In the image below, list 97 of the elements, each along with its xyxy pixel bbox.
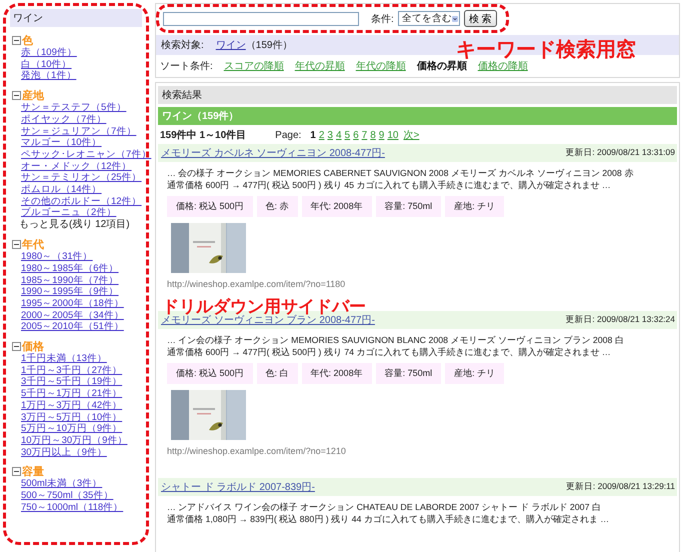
facet-link[interactable]: 1千円～3千円（27件） xyxy=(21,364,122,376)
facet-heading: 容量 xyxy=(22,464,44,479)
facet-heading: 産地 xyxy=(22,88,44,103)
facet-link[interactable]: ポイヤック（7件） xyxy=(21,114,106,126)
description-line: … 会の様子 オークション MEMORIES CABERNET SAUVIGNON 2008 メモリーズ カベルネ ソーヴィニヨン 2008 赤 xyxy=(167,168,634,180)
sort-option[interactable]: 年代の降順 xyxy=(356,59,406,73)
sort-option[interactable]: 価格の降順 xyxy=(478,59,528,73)
results-header: 検索結果 xyxy=(158,86,677,104)
collapse-icon[interactable] xyxy=(12,90,21,100)
facet-link[interactable]: サン＝テミリオン（25件） xyxy=(21,172,142,184)
collapse-icon[interactable] xyxy=(12,240,21,249)
facet-link[interactable]: 10万円～30万円（9件） xyxy=(21,434,128,447)
attribute-tag: 色: 赤 xyxy=(256,196,298,217)
page-link[interactable]: 9 xyxy=(378,130,384,141)
description-line: 通常価格 600円 → 477円( 税込 500円 ) 残り 45 カゴに入れても購入手続きに進むまで、購入が確定されませ … xyxy=(167,180,612,191)
facet-link[interactable]: 2000～2005年（34件） xyxy=(21,310,124,322)
facet-link[interactable]: 1985～1990年（7件） xyxy=(21,274,119,286)
result-title-link[interactable]: メモリーズ カベルネ ソーヴィニヨン 2008-477円- xyxy=(161,146,385,160)
target-link[interactable]: ワイン xyxy=(216,38,246,52)
page-link[interactable]: 1 xyxy=(310,130,316,141)
updated-date: 更新日: 2009/08/21 13:29:11 xyxy=(566,481,675,493)
next-link[interactable]: 次> xyxy=(403,128,420,142)
attribute-tag: 価格: 税込 500円 xyxy=(167,196,253,217)
facet-link[interactable]: 1万円～3万円（42件） xyxy=(21,400,122,412)
result-range: 159件中 1～10件目 xyxy=(160,128,246,142)
condition-label: 条件: xyxy=(371,12,394,26)
facet-link[interactable]: マルゴー（10件） xyxy=(21,137,102,149)
facet-link[interactable]: 500ml未満（3件） xyxy=(21,478,102,490)
facet-link[interactable]: 500～750ml（35件） xyxy=(21,490,114,502)
attribute-tag: 産地: チリ xyxy=(445,196,504,217)
facet-link[interactable]: ブルゴーニュ（2件） xyxy=(21,207,116,220)
sort-label: ソート条件: xyxy=(160,60,213,73)
page-link[interactable]: 7 xyxy=(362,130,368,141)
attribute-tag: 容量: 750ml xyxy=(376,196,442,217)
page-link[interactable]: 3 xyxy=(327,130,333,141)
page-link[interactable]: 10 xyxy=(387,130,398,141)
category-bar: ワイン（159件） xyxy=(158,107,677,125)
facet-link[interactable]: 1980～（31件） xyxy=(21,251,93,263)
page-link[interactable]: 5 xyxy=(344,130,350,141)
collapse-icon[interactable] xyxy=(12,36,21,44)
result-title-link[interactable]: シャトー ド ラボルド 2007-839円- xyxy=(161,480,315,494)
facet-link[interactable]: ポムロル（14件） xyxy=(21,184,102,196)
collapse-icon[interactable] xyxy=(12,342,21,351)
facet-link[interactable]: サン＝テステフ（5件） xyxy=(21,102,126,114)
page-link[interactable]: 2 xyxy=(318,130,324,141)
sidebar-title: ワイン xyxy=(10,9,142,27)
facet-link[interactable]: 赤（109件） xyxy=(21,47,77,59)
facet-link[interactable]: オー・メドック（12件） xyxy=(21,160,132,172)
facet-link[interactable]: 1千円未満（13件） xyxy=(21,353,107,365)
facet-heading: 年代 xyxy=(22,238,44,252)
facet-link[interactable]: 30万円以上（9件） xyxy=(21,446,107,458)
attribute-tag: 容量: 750ml xyxy=(376,363,442,384)
search-field[interactable] xyxy=(163,12,359,26)
target-label: 検索対象: xyxy=(161,38,204,52)
facet-link[interactable]: 750～1000ml（118件） xyxy=(21,502,124,514)
facet-link[interactable]: 1980～1985年（6件） xyxy=(21,262,119,275)
description-line: … イン会の様子 オークション MEMORIES SAUVIGNON BLANC 2008 メモリーズ ソーヴィニヨン ブラン 2008 白 xyxy=(167,335,625,346)
updated-date: 更新日: 2009/08/21 13:32:24 xyxy=(565,314,675,326)
facet-link[interactable]: 5千円～1万円（21件） xyxy=(21,388,122,400)
facet-link[interactable]: その他のボルドー（12件） xyxy=(21,196,142,208)
attribute-tag: 価格: 税込 500円 xyxy=(167,363,253,384)
page-link[interactable]: 6 xyxy=(353,130,359,141)
facet-heading: 色 xyxy=(22,34,33,47)
facet-link[interactable]: 3万円～5万円（10件） xyxy=(21,412,122,424)
facet-link[interactable]: 1995～2000年（18件） xyxy=(21,298,124,310)
page-link[interactable]: 8 xyxy=(370,130,376,141)
search-button[interactable]: 検 索 xyxy=(464,10,497,27)
facet-link[interactable]: 白（10件） xyxy=(21,58,72,70)
facet-link[interactable]: 1990～1995年（9件） xyxy=(21,286,119,298)
condition-dropdown[interactable]: 全てを含む xyxy=(398,11,460,26)
attribute-tag: 産地: チリ xyxy=(445,363,504,384)
description-line: 通常価格 1,080円 → 839円( 税込 880円 ) 残り 44 カゴに入れても購入手続きに進むまで、購入が確定されま … xyxy=(167,514,610,525)
annotation-label: ドリルダウン用サイドバー xyxy=(162,298,366,316)
description-line: … ンアドバイス ワイン会の様子 オークション CHATEAU DE LABORDE 2007 シャトー ド ラボルド 2007 白 xyxy=(167,502,602,514)
facet-link[interactable]: 2005～2010年（51件） xyxy=(21,321,124,334)
description-line: 通常価格 600円 → 477円( 税込 500円 ) 残り 74 カゴに入れても購入手続きに進むまで、購入が確定されませ … xyxy=(167,346,612,358)
facet-link[interactable]: 発泡（1件） xyxy=(21,70,76,82)
sort-option[interactable]: 年代の昇順 xyxy=(294,59,345,73)
collapse-icon[interactable] xyxy=(12,466,21,476)
show-more-text[interactable]: もっと見る(残り 12項目) xyxy=(19,219,142,232)
attribute-tag: 色: 白 xyxy=(256,363,298,384)
facet-link[interactable]: ペサック･レオニャン（7件） xyxy=(21,148,152,161)
result-url: http://wineshop.examlpe.com/item/?no=1210 xyxy=(166,445,347,456)
sort-option[interactable]: 価格の昇順 xyxy=(416,59,467,73)
result-url: http://wineshop.examlpe.com/item/?no=1180 xyxy=(166,278,346,289)
sort-option[interactable]: スコアの降順 xyxy=(224,59,284,73)
facet-link[interactable]: サン＝ジュリアン（7件） xyxy=(21,126,136,138)
facet-heading: 価格 xyxy=(22,340,44,353)
facet-link[interactable]: 3千円～5千円（19件） xyxy=(21,376,122,388)
attribute-tag: 年代: 2008年 xyxy=(302,363,372,384)
facet-link[interactable]: 5万円～10万円（9件） xyxy=(21,423,122,435)
page-label: Page: xyxy=(275,130,302,141)
annotation-label: キーワード検索用窓 xyxy=(456,38,636,61)
target-count: （159件） xyxy=(246,39,292,52)
attribute-tag: 年代: 2008年 xyxy=(302,196,372,217)
updated-date: 更新日: 2009/08/21 13:31:09 xyxy=(565,147,675,159)
page-link[interactable]: 4 xyxy=(336,130,342,141)
